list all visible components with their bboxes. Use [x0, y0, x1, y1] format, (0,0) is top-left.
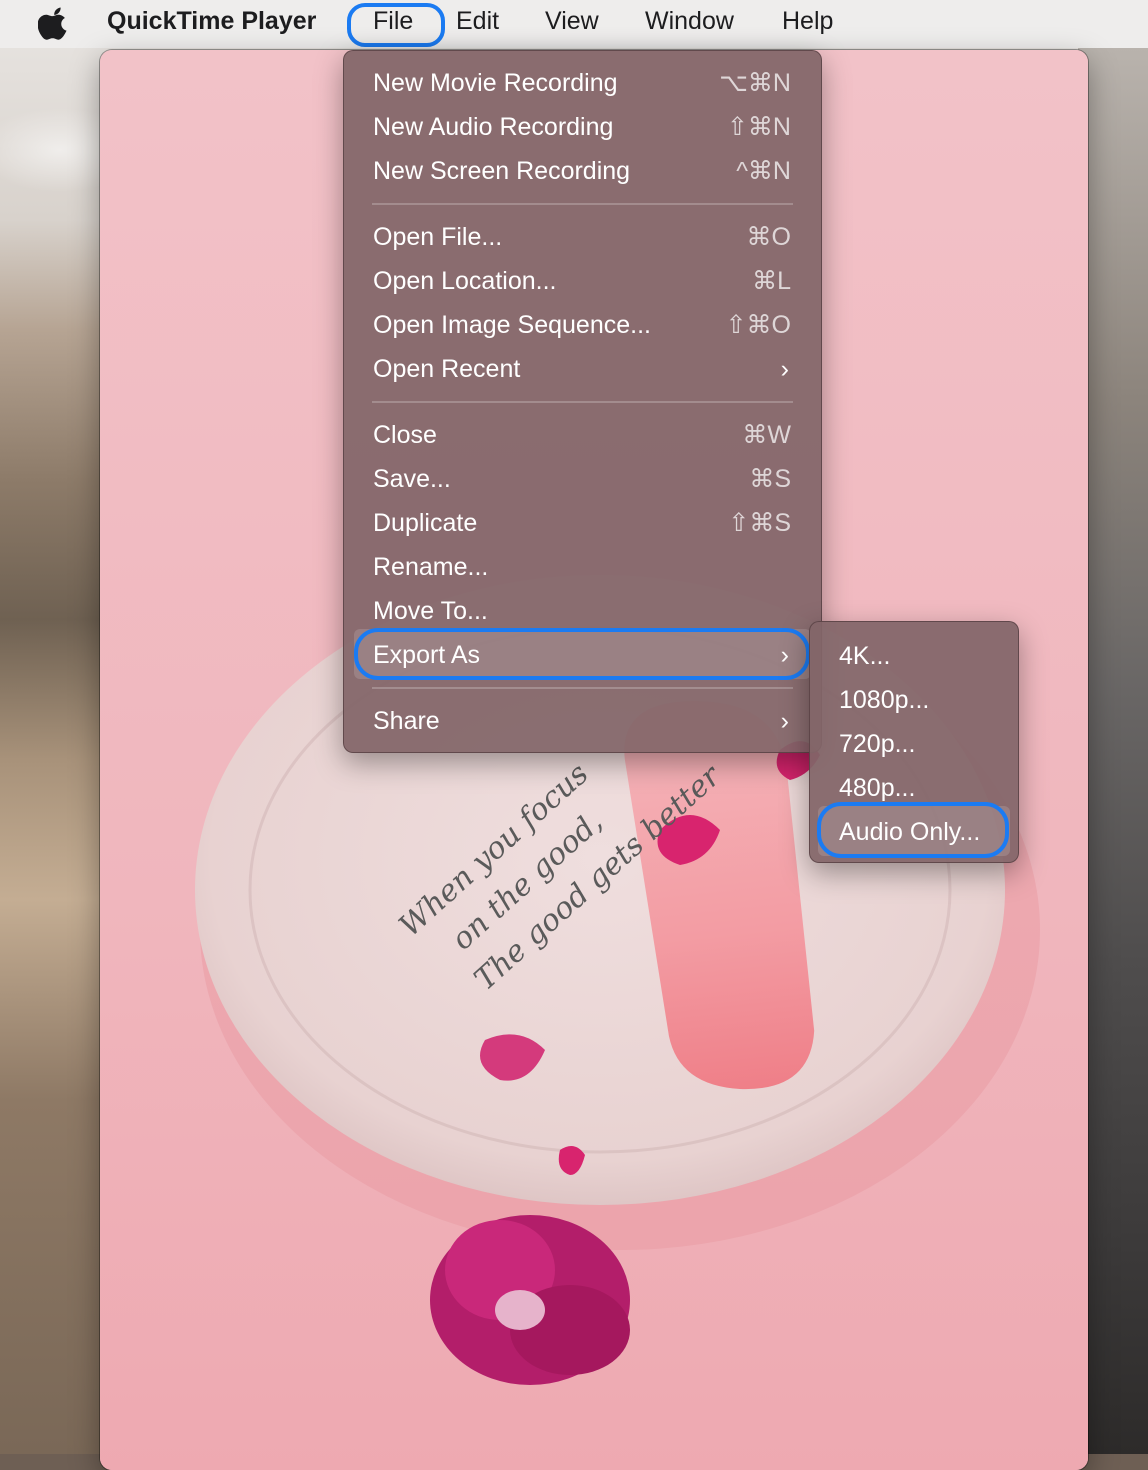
shortcut: ⌘O [746, 223, 791, 251]
menu-edit[interactable]: Edit [456, 7, 499, 36]
menu-separator [372, 203, 793, 205]
menu-item-open-location[interactable]: Open Location... ⌘L [373, 261, 791, 301]
shortcut: ⇧⌘N [726, 113, 791, 141]
chevron-right-icon: › [780, 355, 789, 383]
menu-item-new-screen-recording[interactable]: New Screen Recording ^⌘N [373, 151, 791, 191]
menu-item-open-file[interactable]: Open File... ⌘O [373, 217, 791, 257]
flower [430, 1215, 630, 1385]
menu-window[interactable]: Window [645, 7, 734, 36]
menu-view[interactable]: View [545, 7, 599, 36]
shortcut: ⌥⌘N [719, 69, 791, 97]
menu-separator [372, 687, 793, 689]
menu-item-new-audio-recording[interactable]: New Audio Recording ⇧⌘N [373, 107, 791, 147]
file-menu: New Movie Recording ⌥⌘N New Audio Record… [343, 50, 822, 753]
menu-item-new-movie-recording[interactable]: New Movie Recording ⌥⌘N [373, 63, 791, 103]
menu-item-save[interactable]: Save... ⌘S [373, 459, 791, 499]
shortcut: ⌘W [742, 421, 791, 449]
menu-item-duplicate[interactable]: Duplicate ⇧⌘S [373, 503, 791, 543]
shortcut: ⌘S [749, 465, 791, 493]
shortcut: ⇧⌘S [728, 509, 791, 537]
menu-bar: QuickTime Player File Edit View Window H… [0, 0, 1148, 48]
menu-item-open-recent[interactable]: Open Recent › [373, 349, 791, 389]
shortcut: ^⌘N [736, 157, 791, 185]
desktop-wallpaper-right [1078, 48, 1148, 1454]
apple-logo-icon[interactable] [38, 6, 70, 40]
submenu-item-1080p[interactable]: 1080p... [839, 680, 929, 720]
submenu-item-4k[interactable]: 4K... [839, 636, 890, 676]
submenu-item-720p[interactable]: 720p... [839, 724, 915, 764]
menu-help[interactable]: Help [782, 7, 833, 36]
menu-item-share[interactable]: Share › [373, 701, 791, 741]
export-as-highlight-ring [354, 628, 810, 680]
file-menu-highlight-ring [347, 3, 445, 47]
audio-only-highlight-ring [817, 802, 1009, 858]
menu-separator [372, 401, 793, 403]
shortcut: ⇧⌘O [725, 311, 791, 339]
app-name[interactable]: QuickTime Player [107, 7, 316, 36]
chevron-right-icon: › [780, 707, 789, 735]
menu-item-move-to[interactable]: Move To... [373, 591, 791, 631]
shortcut: ⌘L [752, 267, 791, 295]
menu-item-rename[interactable]: Rename... [373, 547, 791, 587]
menu-item-close[interactable]: Close ⌘W [373, 415, 791, 455]
export-as-submenu: 4K... 1080p... 720p... 480p... Audio Onl… [809, 621, 1019, 863]
menu-item-open-image-sequence[interactable]: Open Image Sequence... ⇧⌘O [373, 305, 791, 345]
